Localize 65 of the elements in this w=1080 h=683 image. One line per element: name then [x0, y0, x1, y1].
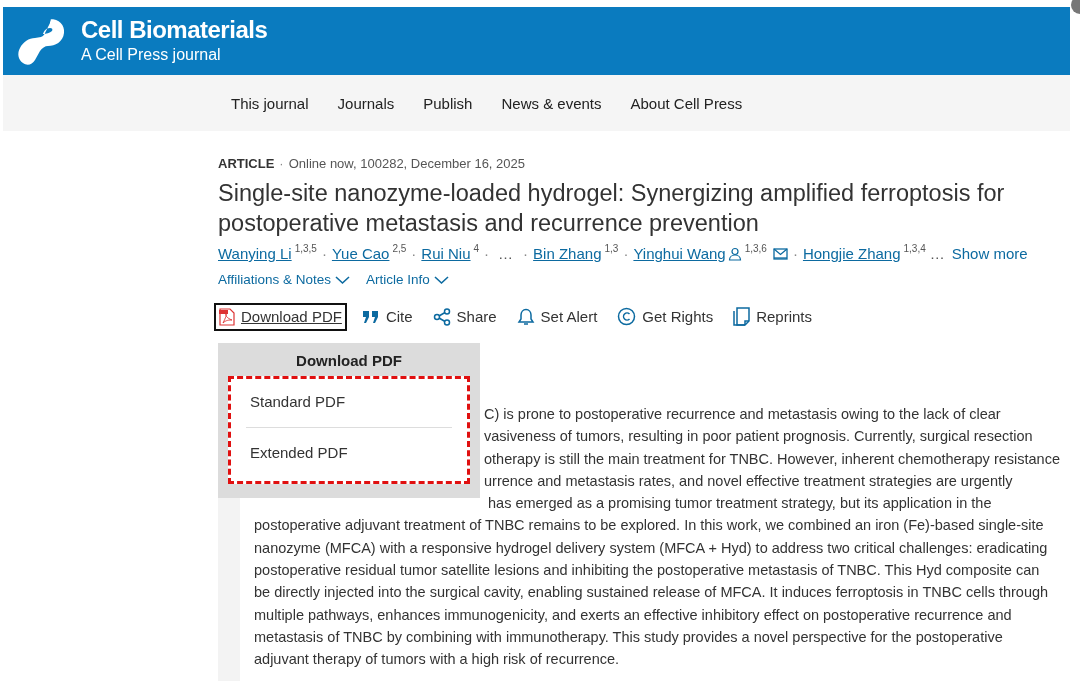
- copyright-icon: [617, 307, 637, 326]
- author-link[interactable]: Hongjie Zhang: [802, 242, 901, 266]
- publication-info: Online now, 100282, December 16, 2025: [288, 156, 526, 171]
- author-link[interactable]: Yinghui Wang: [633, 242, 726, 266]
- toolbar-button[interactable]: Set Alert: [511, 302, 603, 331]
- ellipsis: …: [929, 244, 945, 264]
- abstract-text: vasiveness of tumors, resulting in poor patient prognosis. Currently, surgical resection: [484, 427, 1034, 447]
- abstract-text: nanozyme (MFCA) with a responsive hydrogel delivery system (MFCA + Hyd) to address two critical challenges: eradicating: [254, 538, 1049, 558]
- separator-dot: ·: [411, 244, 417, 264]
- affiliation-numbers: 1,3,5: [294, 242, 317, 256]
- separator-dot: ·: [279, 156, 284, 171]
- abstract-text: postoperative residual tumor satellite lesions and inhibiting the postoperative metastasis of TNBC. This Hyd composite can: [254, 561, 1041, 581]
- toolbar-button[interactable]: Share: [427, 302, 502, 331]
- expand-link[interactable]: Article Info: [366, 272, 449, 287]
- quote-icon: [361, 309, 380, 324]
- share-icon: [432, 307, 451, 326]
- affiliation-numbers: 4: [473, 242, 480, 256]
- separator-dot: ·: [623, 244, 629, 264]
- pdf-icon: [219, 307, 235, 326]
- abstract-text: otherapy is still the main treatment for TNBC. However, inherent chemotherapy resistance: [484, 449, 1061, 469]
- show-more-link[interactable]: Show more: [951, 242, 1028, 266]
- nav-link[interactable]: Publish: [423, 94, 473, 112]
- abstract-text: urrence and metastasis rates, and novel effective treatment strategies are urgently: [484, 471, 1014, 491]
- mail-icon[interactable]: [772, 248, 788, 260]
- bell-icon: [516, 307, 535, 326]
- separator-dot: ·: [792, 244, 798, 264]
- ellipsis: …: [498, 244, 514, 264]
- abstract-text: has emerged as a promising tumor treatment strategy, but its application in the: [488, 494, 993, 514]
- toolbar-button[interactable]: Cite: [356, 303, 418, 330]
- author-link[interactable]: Yue Cao: [331, 242, 390, 266]
- author-link[interactable]: Bin Zhang: [533, 242, 602, 266]
- affiliation-numbers: 1,3,6: [744, 242, 767, 256]
- author-link[interactable]: Wanying Li: [218, 242, 292, 266]
- abstract-text: multiple pathways, enhances immunogenicity, and exerts an effective inhibitory effect on postoperative recurrence and: [254, 605, 1013, 625]
- expand-link[interactable]: Affiliations & Notes: [218, 272, 351, 287]
- menu-title: Download PDF: [295, 351, 403, 371]
- toolbar-button[interactable]: Reprints: [728, 302, 818, 331]
- nav-link[interactable]: News & events: [501, 94, 602, 112]
- nav-link[interactable]: This journal: [231, 94, 309, 112]
- chevron-down-icon: [335, 274, 351, 285]
- document-icon: [733, 307, 751, 326]
- logo-icon: [17, 16, 67, 66]
- affiliation-numbers: 1,3,4: [903, 242, 926, 256]
- menu-item[interactable]: Standard PDF: [246, 383, 452, 422]
- abstract-text: C) is prone to postoperative recurrence and metastasis owing to the lack of clear: [484, 405, 1002, 424]
- abstract-text: be directly injected into the surgical cavity, enabling sustained release of MFCA. It induces ferroptosis in TNBC cells through: [254, 583, 1050, 603]
- menu-item[interactable]: Extended PDF: [246, 434, 452, 473]
- affiliation-numbers: 2,5: [392, 242, 407, 256]
- affiliation-numbers: 1,3: [604, 242, 619, 256]
- article-type: ARTICLE: [218, 156, 275, 171]
- abstract-text: adjuvant therapy of tumors with a high risk of recurrence.: [254, 650, 621, 670]
- separator-dot: ·: [321, 244, 327, 264]
- abstract-text: metastasis of TNBC by combining with immunotherapy. This study provides a novel perspective for the postoperative: [254, 627, 1004, 647]
- chevron-down-icon: [433, 274, 449, 285]
- toolbar-button[interactable]: Get Rights: [612, 302, 719, 331]
- toolbar-button[interactable]: Download PDF: [214, 302, 347, 331]
- journal-title[interactable]: Cell Biomaterials: [81, 16, 268, 44]
- separator-dot: ·: [484, 244, 490, 264]
- author-link[interactable]: Rui Niu: [421, 242, 471, 266]
- nav-link[interactable]: Journals: [337, 94, 395, 112]
- journal-subtitle: A Cell Press journal: [81, 45, 222, 65]
- abstract-text: postoperative adjuvant treatment of TNBC remains to be explored. In this work, we combined an iron (Fe)-based single-site: [254, 516, 1045, 536]
- nav-link[interactable]: About Cell Press: [630, 94, 743, 112]
- separator-dot: ·: [523, 244, 529, 264]
- article-title: Single-site nanozyme-loaded hydrogel: Synergizing amplified ferroptosis for postoperative metastasis and recurrence prevention: [218, 179, 1006, 238]
